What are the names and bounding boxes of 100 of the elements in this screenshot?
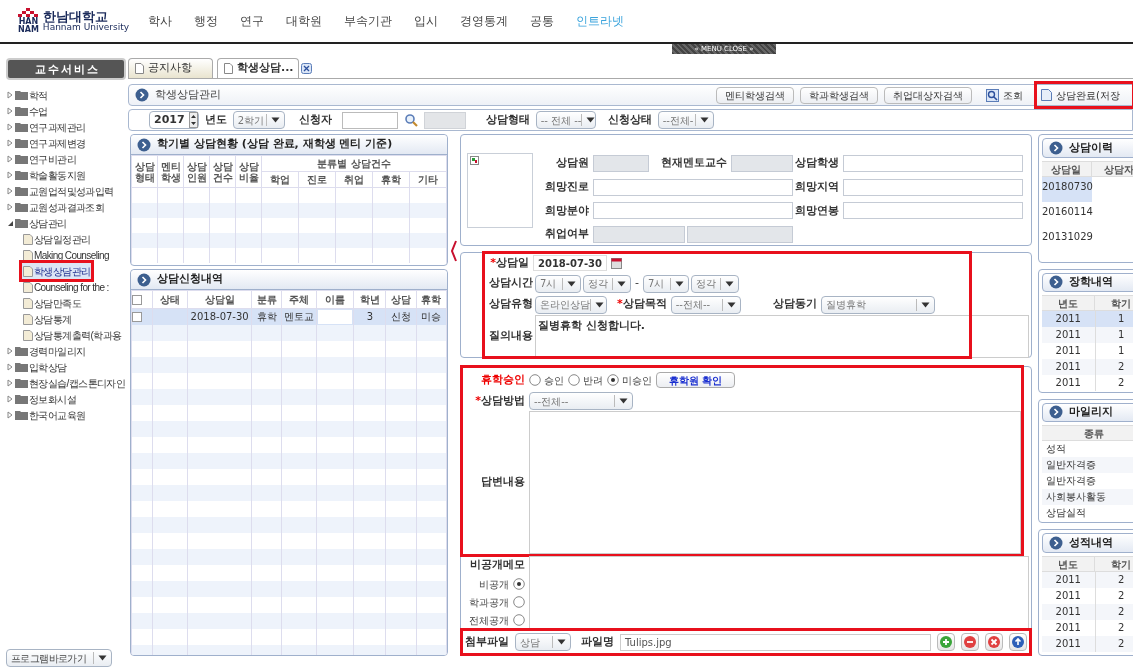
tree-item[interactable]: 상담만족도 xyxy=(22,295,82,311)
hour-dropdown[interactable]: 7시 xyxy=(535,274,581,293)
radio-button-selected[interactable] xyxy=(607,374,619,386)
input-field[interactable] xyxy=(843,202,1023,220)
tab[interactable]: 공지사항 xyxy=(128,58,213,78)
radio-button-selected[interactable] xyxy=(513,578,525,590)
tree-item[interactable]: 상담관리 xyxy=(6,215,67,231)
nav-link[interactable]: 부속기관 xyxy=(344,12,392,30)
table-cell: 일반자격증 xyxy=(1042,456,1133,473)
method-dropdown[interactable]: --전체-- xyxy=(529,392,633,410)
input-field[interactable] xyxy=(593,178,793,196)
upload-button[interactable] xyxy=(1009,633,1027,651)
tree-item[interactable]: 수업 xyxy=(6,103,48,119)
tree-item[interactable]: 학적 xyxy=(6,87,48,103)
hour-dropdown[interactable]: 7시 xyxy=(643,274,689,293)
delete-button[interactable] xyxy=(985,633,1003,651)
status-dropdown[interactable]: --전체- xyxy=(657,111,714,129)
radio-button[interactable] xyxy=(568,374,580,386)
radio-option[interactable]: 미승인 xyxy=(607,372,652,388)
folder-icon xyxy=(15,90,28,100)
delete-icon xyxy=(987,635,1001,649)
nav-link[interactable]: 경영통계 xyxy=(460,12,508,30)
semester-dropdown[interactable]: 2학기 xyxy=(232,111,285,129)
question-textarea[interactable]: 질병휴학 신청합니다. xyxy=(535,314,1029,358)
search-button[interactable]: 취업대상자검색 xyxy=(884,86,973,104)
tree-item[interactable]: 상담통계 xyxy=(22,311,73,327)
tree-item[interactable]: 경력마일리지 xyxy=(6,343,86,359)
field-label: 상담학생 xyxy=(794,155,840,172)
nav-link[interactable]: 입시 xyxy=(414,12,438,30)
column-header: 학년 xyxy=(353,290,386,309)
radio-option[interactable]: 전체공개 xyxy=(469,612,525,628)
name-field[interactable] xyxy=(317,309,353,324)
applicant-field[interactable] xyxy=(341,111,398,129)
search-button[interactable]: 학과학생검색 xyxy=(800,86,879,104)
add-button[interactable] xyxy=(937,633,955,651)
table-cell[interactable]: 20160114 xyxy=(1042,202,1092,227)
checkbox[interactable] xyxy=(132,294,142,305)
tree-item[interactable]: 상담통계출력(학과용 xyxy=(22,327,123,343)
save-button[interactable]: 상담완료(저장 xyxy=(1037,84,1132,106)
tree-item[interactable]: 정보화시설 xyxy=(6,391,76,407)
category-dropdown[interactable]: 상담 xyxy=(515,633,571,651)
input-field[interactable] xyxy=(593,202,793,220)
table-row[interactable]: 2011 1 xyxy=(1042,342,1133,359)
purpose-dropdown[interactable]: --전체-- xyxy=(670,295,741,314)
tree-item[interactable]: Counseling for the : xyxy=(22,279,110,295)
page-icon xyxy=(23,313,33,325)
tree-item[interactable]: 현장실습/캡스톤디자인 xyxy=(6,375,126,391)
radio-option[interactable]: 반려 xyxy=(568,372,603,388)
column-header: 년도 xyxy=(1042,295,1096,310)
minute-dropdown[interactable]: 정각 xyxy=(583,274,631,293)
tree-item[interactable]: 연구비관리 xyxy=(6,151,76,167)
dropdown-caret-icon xyxy=(595,301,604,308)
table-cell[interactable]: 20180730 xyxy=(1042,177,1092,202)
nav-link[interactable]: 학사 xyxy=(148,12,172,30)
close-icon[interactable] xyxy=(301,63,312,74)
consult-type-dropdown[interactable]: 온라인상담 xyxy=(535,295,607,314)
date-field[interactable]: 2018-07-30 xyxy=(533,255,607,272)
table-row[interactable]: 2011 2 xyxy=(1042,374,1133,391)
radio-button[interactable] xyxy=(529,374,541,386)
page-icon xyxy=(23,281,33,293)
tab[interactable]: 학생상담... xyxy=(217,58,299,78)
search-button[interactable]: 멘티학생검색 xyxy=(716,86,795,104)
tree-item[interactable]: 상담일정관리 xyxy=(22,231,92,247)
radio-option[interactable]: 승인 xyxy=(529,372,564,388)
tree-item[interactable]: 학술활동지원 xyxy=(6,167,86,183)
tree-item[interactable]: 학생상담관리 xyxy=(22,263,92,279)
radio-button[interactable] xyxy=(513,596,525,608)
tree-item[interactable]: 한국어교육원 xyxy=(6,407,86,423)
tree-item[interactable]: Making Counseling xyxy=(22,247,110,263)
input-field[interactable] xyxy=(843,178,1023,196)
tree-item[interactable]: 교원업적및성과입력 xyxy=(6,183,114,199)
tree-item[interactable]: 연구과제관리 xyxy=(6,119,86,135)
confirm-button[interactable]: 휴학원 확인 xyxy=(656,372,736,388)
year-spinner[interactable]: 2017 xyxy=(149,111,199,129)
nav-link[interactable]: 연구 xyxy=(240,12,264,30)
nav-link[interactable]: 공통 xyxy=(530,12,554,30)
tree-item[interactable]: 연구과제변경 xyxy=(6,135,86,151)
nav-link[interactable]: 행정 xyxy=(194,12,218,30)
tree-item[interactable]: 입학상담 xyxy=(6,359,67,375)
consult-type-dropdown[interactable]: -- 전체 -- xyxy=(535,111,596,129)
folder-icon xyxy=(15,362,28,372)
dropdown-caret-icon xyxy=(726,301,736,308)
checkbox[interactable] xyxy=(132,311,142,322)
table-cell[interactable]: 20131029 xyxy=(1042,227,1092,252)
radio-option[interactable]: 비공개 xyxy=(479,576,525,592)
remove-button[interactable] xyxy=(961,633,979,651)
table-cell-text: 성적 xyxy=(1045,441,1067,456)
reason-dropdown[interactable]: 질병휴학 xyxy=(820,295,935,314)
radio-option[interactable]: 학과공개 xyxy=(469,594,525,610)
nav-link[interactable]: 대학원 xyxy=(286,12,322,30)
filename-field[interactable]: Tulips.jpg xyxy=(620,633,931,651)
table-cell-text: 2 xyxy=(1117,573,1126,587)
tree-item[interactable]: 교원성과결과조회 xyxy=(6,199,105,215)
radio-button[interactable] xyxy=(513,614,525,626)
input-field[interactable] xyxy=(843,154,1023,172)
table-row[interactable]: 2011 2 xyxy=(1042,358,1133,375)
field-label: 답변내용 xyxy=(480,474,525,491)
minute-dropdown[interactable]: 정각 xyxy=(691,274,739,293)
search-button[interactable]: 조회 xyxy=(978,86,1032,104)
program-shortcut-dropdown[interactable]: 프로그램바로가기 xyxy=(6,649,112,667)
